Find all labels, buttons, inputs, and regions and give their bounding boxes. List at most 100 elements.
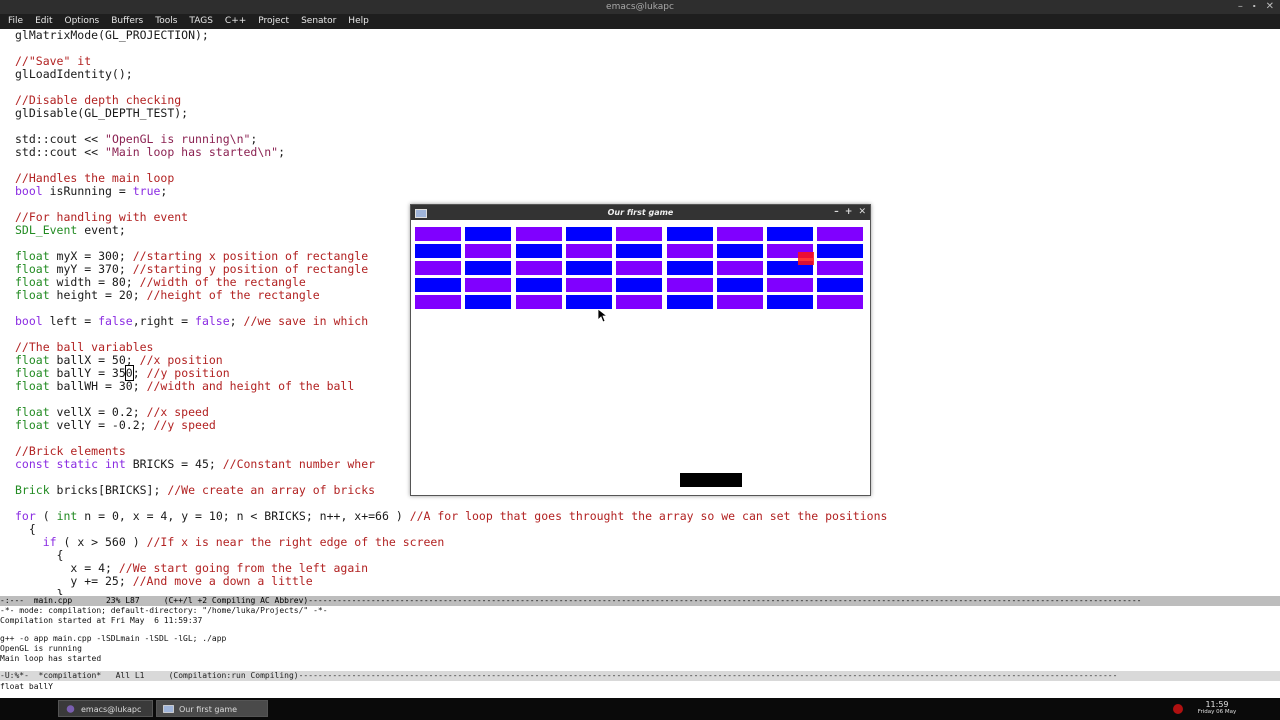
code-type: float <box>15 405 50 419</box>
brick <box>515 261 562 275</box>
brick <box>415 227 461 241</box>
code-line: glLoadIdentity(); <box>15 68 133 81</box>
brick <box>415 261 461 275</box>
code-line: float height = 20; //height of the recta… <box>15 289 320 302</box>
close-icon[interactable]: ✕ <box>1266 0 1274 14</box>
maximize-icon[interactable]: + <box>845 205 853 220</box>
window-titlebar: emacs@lukapc – ⬝ ✕ <box>0 0 1280 14</box>
brick <box>465 261 512 275</box>
game-title: Our first game <box>607 208 674 217</box>
game-titlebar: Our first game – + ✕ <box>411 205 870 220</box>
maximize-icon[interactable]: ⬝ <box>1253 0 1256 14</box>
code-text: vellY = -0.2; <box>49 418 154 432</box>
code-type: SDL_Event <box>15 223 78 237</box>
code-text: myX = 300; <box>49 249 133 263</box>
code-text: { <box>15 522 36 536</box>
menu-project[interactable]: Project <box>252 14 295 29</box>
code-keyword: for <box>15 509 36 523</box>
code-text: glMatrixMode(GL_PROJECTION); <box>15 29 209 42</box>
notification-icon[interactable] <box>1172 703 1184 715</box>
compilation-line: Main loop has started <box>0 654 102 663</box>
menu-help[interactable]: Help <box>342 14 375 29</box>
code-type: Brick <box>15 483 50 497</box>
minimize-icon[interactable]: – <box>1238 0 1243 14</box>
code-constant: false <box>195 314 230 328</box>
close-icon[interactable]: ✕ <box>858 205 866 220</box>
code-comment: //If x is near the right edge of the scr… <box>146 535 445 549</box>
brick <box>817 244 864 258</box>
taskbar: emacs@lukapc Our first game 11:59 Friday… <box>0 698 1280 720</box>
menu-edit[interactable]: Edit <box>29 14 58 29</box>
task-game[interactable]: Our first game <box>156 700 268 717</box>
code-comment: //height of the rectangle <box>146 288 320 302</box>
code-comment: //"Save" it <box>15 54 92 68</box>
code-comment: //width and height of the ball <box>146 379 355 393</box>
brick <box>465 295 512 309</box>
code-comment: //We start going from the left again <box>118 561 369 575</box>
code-type: int <box>56 509 78 523</box>
code-text: width = 80; <box>49 275 140 289</box>
code-comment: //y position <box>146 366 230 380</box>
brick <box>565 261 612 275</box>
brick <box>616 278 663 292</box>
code-text: n = 0, x = 4, y = 10; n < BRICKS; n++, x… <box>77 509 410 523</box>
code-comment: //A for loop that goes throught the arra… <box>409 509 888 523</box>
clock[interactable]: 11:59 Friday 06 May <box>1192 700 1242 716</box>
task-emacs[interactable]: emacs@lukapc <box>58 700 153 717</box>
menu-tools[interactable]: Tools <box>149 14 183 29</box>
code-type: float <box>15 366 50 380</box>
clock-date: Friday 06 May <box>1197 709 1237 715</box>
code-comment: //We create an array of bricks <box>167 483 376 497</box>
game-window[interactable]: Our first game – + ✕ <box>410 204 871 496</box>
minimize-icon[interactable]: – <box>834 205 839 220</box>
brick <box>515 295 562 309</box>
brick <box>465 227 512 241</box>
code-text: { <box>15 548 64 562</box>
code-keyword: if <box>15 535 57 549</box>
code-type: float <box>15 353 50 367</box>
menu-options[interactable]: Options <box>59 14 106 29</box>
code-comment: //we save in which <box>243 314 369 328</box>
code-comment: //starting y position of rectangle <box>132 262 369 276</box>
code-comment: //width of the rectangle <box>139 275 306 289</box>
brick <box>666 295 713 309</box>
brick <box>565 244 612 258</box>
compilation-line: Compilation started at Fri May 6 11:59:3… <box>0 616 203 625</box>
code-text: BRICKS = 45; <box>125 457 223 471</box>
code-comment: //y speed <box>153 418 216 432</box>
brick <box>515 278 562 292</box>
brick <box>565 227 612 241</box>
code-line: Brick bricks[BRICKS]; //We create an arr… <box>15 484 375 497</box>
code-line: float vellY = -0.2; //y speed <box>15 419 216 432</box>
code-text: ; <box>250 132 258 146</box>
menu-senator[interactable]: Senator <box>295 14 342 29</box>
compilation-buffer[interactable]: -*- mode: compilation; default-directory… <box>0 606 1280 670</box>
code-line: const static int BRICKS = 45; //Constant… <box>15 458 375 471</box>
code-text: ( x > 560 ) <box>56 535 147 549</box>
code-text: ; <box>278 145 286 159</box>
window-icon <box>415 209 427 218</box>
code-text: myY = 370; <box>49 262 133 276</box>
menu-cpp[interactable]: C++ <box>219 14 252 29</box>
menu-file[interactable]: File <box>2 14 29 29</box>
brick <box>415 278 461 292</box>
compilation-command: g++ -o app main.cpp -lSDLmain -lSDL -lGL… <box>0 634 227 643</box>
code-line: if ( x > 560 ) //If x is near the right … <box>15 535 445 549</box>
brick <box>666 261 713 275</box>
code-constant: true <box>132 184 161 198</box>
menu-buffers[interactable]: Buffers <box>105 14 149 29</box>
code-text: y += 25; <box>15 574 133 588</box>
brick <box>565 278 612 292</box>
code-line: glDisable(GL_DEPTH_TEST); <box>15 107 188 120</box>
code-text: glLoadIdentity(); <box>15 67 133 81</box>
brick <box>666 278 713 292</box>
code-line: y += 25; //And move a down a little <box>15 574 312 588</box>
code-text: vellX = 0.2; <box>49 405 147 419</box>
code-text: x = 4; <box>15 561 119 575</box>
menu-tags[interactable]: TAGS <box>183 14 218 29</box>
code-text: glDisable(GL_DEPTH_TEST); <box>15 106 189 120</box>
clock-time: 11:59 <box>1205 700 1229 709</box>
brick <box>817 295 864 309</box>
code-text: ,right = <box>132 314 196 328</box>
brick <box>716 261 763 275</box>
